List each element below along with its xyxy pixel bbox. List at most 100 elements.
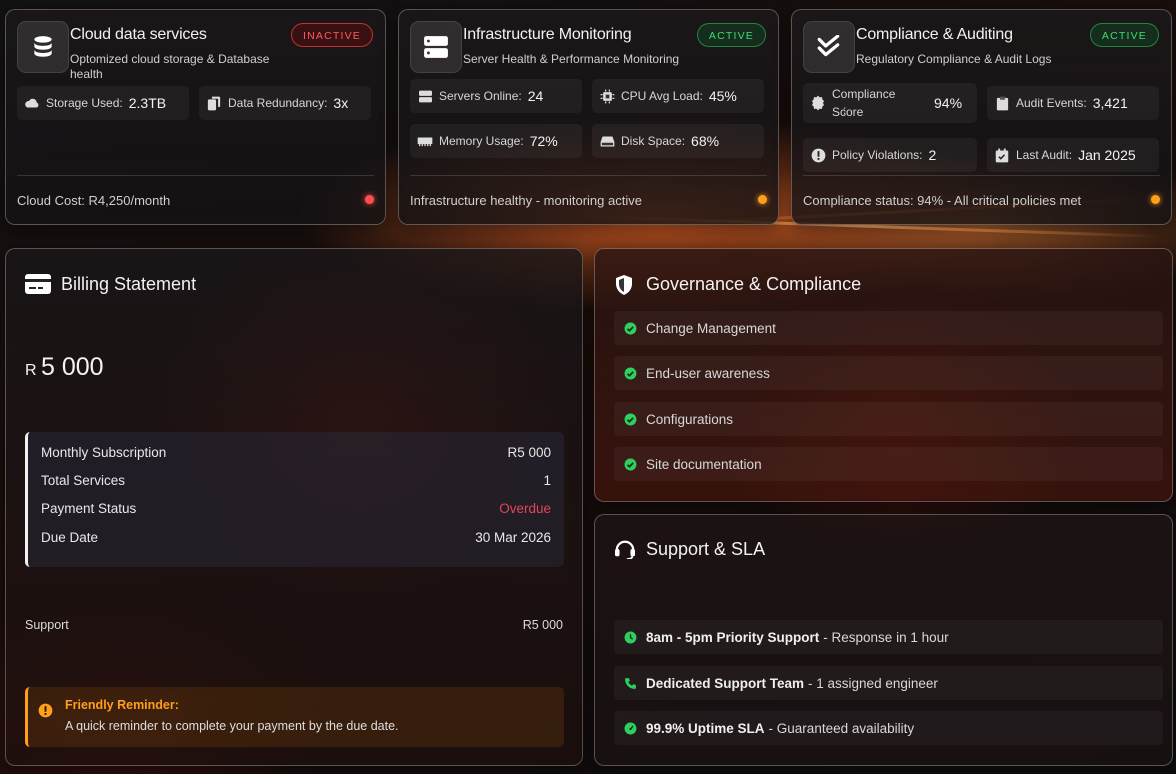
detail-label: Total Services [41,473,126,488]
billing-amount: R 5 000 [25,353,104,382]
metric-value: 2 [928,147,937,163]
server-stack-icon [410,21,462,73]
metric-label: Policy Violations [832,148,920,162]
item-text: - 1 assigned engineer [808,675,938,691]
status-indicator [365,195,374,204]
list-item: Change Management [614,311,1163,345]
amount-value: 5 000 [41,353,104,381]
footer-text: Infrastructure healthy - monitoring acti… [410,192,642,208]
service-title: Compliance & Auditing [856,26,1013,43]
database-icon [17,21,69,73]
status-badge: INACTIVE [290,23,373,47]
metric-label: Last Audit [1016,148,1069,162]
footer-text: Compliance status: 94% - All critical po… [803,192,1082,208]
reminder-text: A quick reminder to complete your paymen… [65,719,399,733]
double-check-icon [803,21,855,73]
metric-label: Storage Used [46,96,120,110]
status-badge: ACTIVE [696,23,766,47]
list-item: Site documentation [614,447,1163,481]
clock-icon [623,630,637,644]
detail-value: R5 000 [507,445,551,460]
currency-symbol: R [25,362,37,379]
cloud-icon [24,95,40,111]
metric-value: 72% [529,133,558,149]
footer-text: Cloud Cost: R4,250/month [17,192,171,208]
metric-value: 94% [934,95,963,111]
metric-value: 2.3TB [128,95,167,111]
item-label: Site documentation [646,456,762,472]
detail-label: Payment Status [41,501,137,516]
reminder-title: Friendly Reminder: [65,698,179,712]
check-circle-icon [623,457,637,471]
service-subtitle: Regulatory Compliance & Audit Logs [856,52,1052,66]
item-label: End-user awareness [646,365,770,381]
gauge-icon [623,721,637,735]
service-card-compliance[interactable]: Compliance & Auditing Regulatory Complia… [791,9,1172,225]
clipboard-icon [994,95,1010,111]
shield-icon [614,274,634,301]
support-title: Support & SLA [646,539,766,559]
check-circle-icon [623,321,637,335]
metric-servers-online: Servers Online: 24 [410,79,582,113]
billing-details: Monthly Subscription R5 000 Total Servic… [25,432,564,567]
support-line: Support R5 000 [25,618,563,632]
metric-value: 3x [333,95,349,111]
list-item: End-user awareness [614,356,1163,390]
disk-icon [599,133,615,149]
calendar-check-icon [994,147,1010,163]
metric-label: Disk Space [621,134,682,148]
item-label: Configurations [646,411,734,427]
status-indicator [1151,195,1160,204]
metric-value: 45% [708,88,737,104]
item-bold-label: 8am - 5pm Priority Support [646,629,820,645]
certificate-icon [810,95,826,111]
detail-label: Monthly Subscription [41,445,167,460]
metric-label: Memory Usage [439,134,521,148]
metric-last-audit: Last Audit: Jan 2025 [987,138,1159,172]
item-label: Change Management [646,320,776,336]
status-indicator [758,195,767,204]
headset-icon [614,539,636,564]
info-icon [38,703,53,723]
service-card-infrastructure[interactable]: Infrastructure Monitoring Server Health … [398,9,779,225]
service-footer: Compliance status: 94% - All critical po… [803,175,1160,224]
service-title: Cloud data services [70,26,207,43]
detail-label: Due Date [41,530,99,545]
governance-panel: Governance & Compliance Change Managemen… [594,248,1173,502]
metric-value: 24 [527,88,544,104]
list-item: Dedicated Support Team - 1 assigned engi… [614,666,1163,700]
status-badge: ACTIVE [1089,23,1159,47]
item-bold-label: Dedicated Support Team [646,675,805,691]
metric-label: Servers Online [439,89,519,103]
billing-statement-panel: Billing Statement R 5 000 Monthly Subscr… [5,248,583,766]
metric-cpu-avg-load: CPU Avg Load: 45% [592,79,764,113]
item-text: - Guaranteed availability [768,720,915,736]
metric-memory-usage: Memory Usage: 72% [410,124,582,158]
list-item: Configurations [614,402,1163,436]
alert-icon [810,147,826,163]
detail-row: Monthly Subscription R5 000 [41,445,551,460]
service-subtitle: Server Health & Performance Monitoring [463,52,680,66]
detail-value: 30 Mar 2026 [475,530,551,545]
metric-storage-used: Storage Used: 2.3TB [17,86,189,120]
metric-value: Jan 2025 [1078,147,1136,163]
service-card-cloud[interactable]: Cloud data services Optomized cloud stor… [5,9,386,225]
service-footer: Cloud Cost: R4,250/month [17,175,374,224]
memory-icon [417,133,433,149]
support-sla-panel: Support & SLA 8am - 5pm Priority Support… [594,514,1173,766]
copy-icon [206,95,222,111]
support-value: R5 000 [522,618,563,632]
item-text: - Response in 1 hour [823,629,949,645]
credit-card-icon [25,274,51,299]
metric-value: 68% [691,133,720,149]
metric-policy-violations: Policy Violations: 2 [803,138,977,172]
metric-value: 3,421 [1092,95,1128,111]
payment-status-value: Overdue [499,501,551,516]
item-bold-label: 99.9% Uptime SLA [646,720,765,736]
metric-label: Data Redundancy [228,96,325,110]
detail-row: Payment Status Overdue [41,501,551,516]
metric-audit-events: Audit Events: 3,421 [987,86,1159,120]
support-label: Support [25,618,69,632]
metric-disk-space: Disk Space: 68% [592,124,764,158]
detail-row: Due Date 30 Mar 2026 [41,530,551,545]
